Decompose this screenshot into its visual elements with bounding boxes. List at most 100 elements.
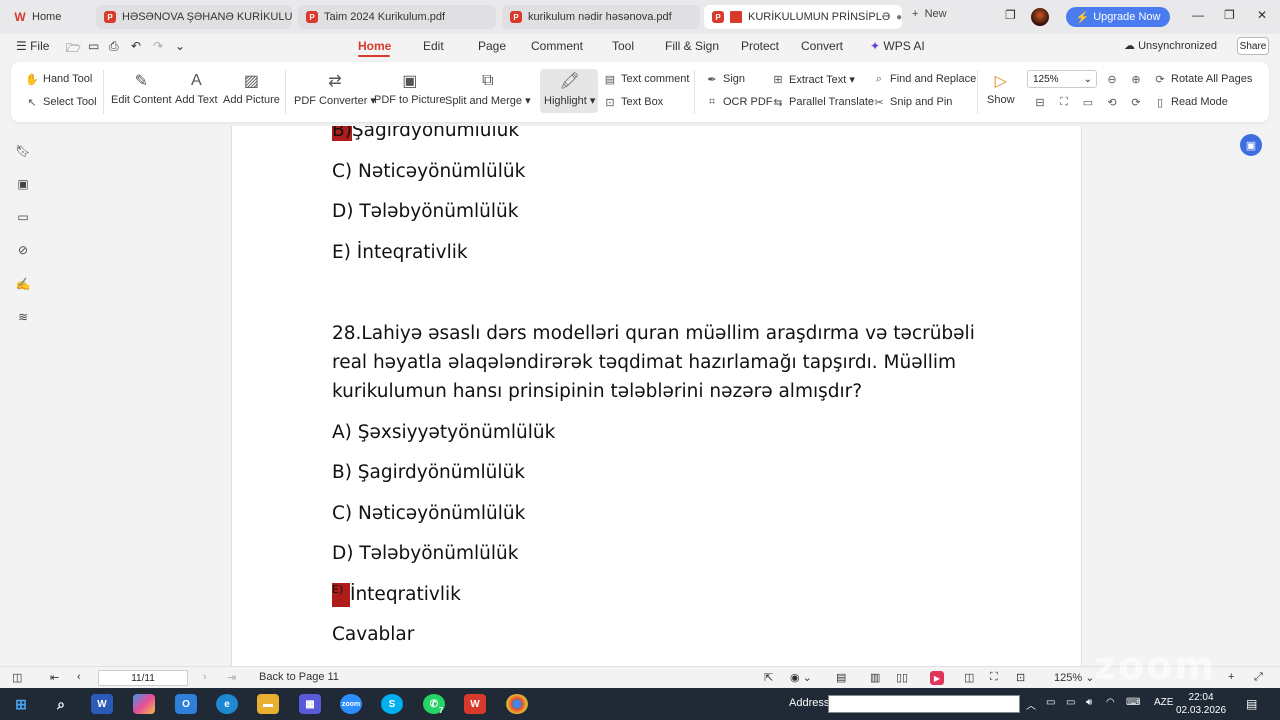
menu-home[interactable]: Home (358, 39, 391, 53)
page-number-input[interactable]: 11/11 (98, 670, 188, 686)
fit-page-icon[interactable]: ⛶ (990, 671, 998, 684)
print-icon[interactable]: ⎙ (109, 39, 119, 54)
actual-size-icon[interactable]: ⊡ (1016, 671, 1025, 684)
split-merge-button[interactable]: ⧉ Split and Merge ▾ (445, 70, 531, 107)
tab-document[interactable]: P HƏSƏNOVA ŞƏHANƏ KURİKULUM V (96, 5, 292, 29)
continuous-icon[interactable]: ▥ (870, 671, 880, 684)
window-layout-icon[interactable]: ❐ (1005, 8, 1016, 22)
back-to-page-link[interactable]: Back to Page 11 (259, 671, 339, 683)
address-input[interactable] (828, 695, 1020, 713)
new-tab-button[interactable]: + New (912, 8, 947, 20)
show-button[interactable]: ▷ Show (987, 70, 1015, 106)
wps-office-icon[interactable]: W (464, 694, 486, 714)
edge-icon[interactable]: e (216, 694, 238, 714)
two-page-icon[interactable]: ▯▯ (896, 671, 908, 684)
pdf-converter-button[interactable]: ⇄ PDF Converter ▾ (294, 70, 376, 107)
sync-status[interactable]: ☁ Unsynchronized (1124, 39, 1217, 52)
notifications-icon[interactable]: ▤ (1246, 697, 1257, 711)
pdf-page[interactable]: B)Şagirdyönümlülük C) Nəticəyönümlülük D… (231, 126, 1082, 666)
language-indicator[interactable]: AZE (1154, 697, 1173, 708)
extract-text-button[interactable]: ⊞ Extract Text ▾ (771, 72, 854, 86)
copilot-icon[interactable] (133, 694, 155, 714)
menu-wps-ai[interactable]: ✦ WPS AI (870, 39, 925, 53)
ocr-pdf-button[interactable]: ⌗ OCR PDF (705, 95, 773, 109)
zoom-out-button[interactable]: ⊖ (1105, 72, 1119, 86)
highlight-button[interactable]: 🖍 Highlight ▾ (544, 70, 595, 107)
first-page-icon[interactable]: ⇤ (50, 671, 59, 684)
skype-icon[interactable]: S (381, 694, 403, 714)
restore-icon[interactable]: ❐ (1224, 8, 1235, 22)
fit-width-button[interactable]: ⊟ (1033, 95, 1047, 109)
unsaved-dot-icon[interactable]: ● (896, 12, 902, 23)
zoom-app-icon[interactable]: zoom (340, 694, 362, 714)
single-page-icon[interactable]: ▤ (836, 671, 846, 684)
snip-pin-button[interactable]: ✂ Snip and Pin (872, 95, 952, 109)
select-tool-button[interactable]: ↖ Select Tool (25, 95, 96, 109)
tab-document[interactable]: P kurikulum nədir həsənova.pdf (502, 5, 700, 29)
layers-icon[interactable]: ≋ (16, 310, 30, 324)
zoom-select[interactable]: 125% ⌄ (1027, 70, 1097, 88)
find-replace-button[interactable]: ⌕ Find and Replace (872, 72, 976, 86)
volume-icon[interactable]: 🔊︎ (1086, 697, 1092, 708)
sidebar-toggle-icon[interactable]: ◫ (12, 671, 22, 684)
menu-edit[interactable]: Edit (423, 39, 444, 53)
menu-convert[interactable]: Convert (801, 39, 843, 53)
bookmark-icon[interactable]: 🔖︎ (15, 144, 30, 158)
fullscreen-icon[interactable]: ⤢ (1254, 671, 1263, 684)
comment-panel-icon[interactable]: ▭ (16, 210, 30, 224)
hand-tool-button[interactable]: ✋ Hand Tool (25, 72, 92, 86)
read-mode-button[interactable]: ▯ Read Mode (1153, 95, 1228, 109)
parallel-translate-button[interactable]: ⇆ Parallel Translate (771, 95, 874, 109)
edit-content-button[interactable]: ✎ Edit Content (111, 70, 172, 106)
text-comment-button[interactable]: ▤ Text comment (603, 72, 690, 86)
menu-protect[interactable]: Protect (741, 39, 779, 53)
meet-now-icon[interactable]: ▭ (1066, 697, 1075, 708)
next-page-icon[interactable]: › (203, 671, 207, 683)
chrome-icon[interactable] (506, 694, 528, 714)
prev-page-icon[interactable]: ‹ (77, 671, 81, 683)
play-show-icon[interactable]: ▶ (930, 671, 944, 685)
upgrade-button[interactable]: ⚡ Upgrade Now (1066, 7, 1170, 27)
file-menu[interactable]: ☰ File (16, 39, 49, 53)
tab-document-active[interactable]: P KURİKULUMUN PRİNSİPLƏ ● (704, 5, 902, 29)
pdf-to-picture-button[interactable]: ▣ PDF to Picture (374, 70, 446, 106)
fit-page-button[interactable]: ⛶ (1057, 95, 1071, 109)
close-icon[interactable]: ✕ (1257, 8, 1267, 22)
wifi-icon[interactable]: ◠ (1106, 697, 1115, 708)
word-icon[interactable]: W (91, 694, 113, 714)
fit-width-icon[interactable]: ◫ (964, 671, 974, 684)
export-icon[interactable]: ⇱ (764, 671, 773, 684)
search-icon[interactable]: ⌕ (50, 694, 72, 714)
tab-document[interactable]: P Taim 2024 Kurikulum.pdf (298, 5, 496, 29)
text-box-button[interactable]: ⊡ Text Box (603, 95, 663, 109)
rotate-right-button[interactable]: ⟳ (1129, 95, 1143, 109)
sign-button[interactable]: ✒ Sign (705, 72, 745, 86)
add-picture-button[interactable]: ▨ Add Picture (223, 70, 280, 106)
chevron-up-icon[interactable]: ︿ (1026, 697, 1036, 712)
menu-fill-sign[interactable]: Fill & Sign (665, 39, 719, 53)
add-text-button[interactable]: A Add Text (175, 70, 218, 106)
whatsapp-icon[interactable]: ✆ 7 (423, 694, 445, 715)
outlook-icon[interactable]: O (175, 694, 197, 714)
rotate-all-button[interactable]: ⟳ Rotate All Pages (1153, 72, 1252, 86)
undo-icon[interactable]: ↶ (131, 39, 141, 53)
open-icon[interactable]: 🗁 (66, 39, 81, 60)
signature-icon[interactable]: ✍ (16, 277, 31, 291)
actual-size-button[interactable]: ▭ (1081, 95, 1095, 109)
avatar[interactable] (1031, 8, 1049, 26)
attachment-icon[interactable]: ⊘ (16, 243, 30, 257)
menu-comment[interactable]: Comment (531, 39, 583, 53)
minimize-icon[interactable]: — (1192, 8, 1204, 22)
thumbnails-icon[interactable]: ▣ (16, 177, 30, 191)
windows-start-icon[interactable]: ⊞ (10, 694, 32, 714)
battery-icon[interactable]: ▭ (1046, 697, 1055, 708)
save-icon[interactable]: ▭ (88, 39, 99, 53)
file-explorer-icon[interactable]: ▬ (257, 694, 279, 714)
store-icon[interactable]: ▦ (299, 694, 321, 714)
tab-home[interactable]: W Home (6, 5, 90, 29)
document-area[interactable]: B)Şagirdyönümlülük C) Nəticəyönümlülük D… (46, 126, 1268, 666)
menu-page[interactable]: Page (478, 39, 506, 53)
rotate-left-button[interactable]: ⟲ (1105, 95, 1119, 109)
redo-icon[interactable]: ↷ (153, 39, 163, 53)
eye-icon[interactable]: ◉ ⌄ (790, 671, 812, 684)
